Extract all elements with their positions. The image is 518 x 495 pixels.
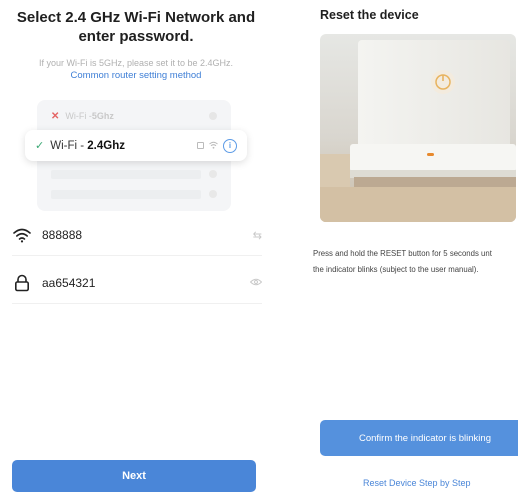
wifi-password-field[interactable]: aa654321 [12,268,263,298]
network-row-selected: ✓ Wi-Fi - 2.4Ghz i [25,130,247,161]
confirm-blinking-button[interactable]: Confirm the indicator is blinking [320,420,518,456]
network-selected-name: Wi-Fi - 2.4Ghz [50,140,125,152]
instruction-line: Press and hold the RESET button for 5 se… [313,249,492,258]
close-icon: ✕ [51,110,60,122]
reset-step-by-step-link[interactable]: Reset Device Step by Step [363,478,471,488]
wifi-name-value[interactable]: 888888 [42,228,82,242]
router-setting-link[interactable]: Common router setting method [6,70,266,82]
band-hint: If your Wi-Fi is 5GHz, please set it to … [38,58,234,68]
network-row-placeholder-icon [209,170,217,178]
network-label-prefix: Wi-Fi - [50,139,88,152]
instruction-line: the indicator blinks (subject to the use… [313,265,479,274]
lock-icon [197,142,204,149]
network-row-placeholder [51,190,201,199]
network-status-icons: i [197,138,237,153]
page-title: Select 2.4 GHz Wi-Fi Network and enter p… [16,9,256,45]
field-divider [12,303,262,304]
page-title: Reset the device [320,8,419,22]
device-photo [320,34,516,222]
next-button[interactable]: Next [12,460,256,492]
reset-device-screen: Reset the device Press and hold the RESE… [308,0,518,495]
swap-icon[interactable]: ⇆ [253,229,262,242]
wifi-icon [209,141,218,151]
field-divider [12,255,262,256]
reset-instructions: Press and hold the RESET button for 5 se… [313,246,518,278]
eye-icon[interactable] [249,277,263,289]
wifi-icon [12,225,32,245]
info-icon[interactable]: i [223,138,237,153]
lock-icon [12,273,32,293]
checkmark-icon: ✓ [35,140,45,152]
network-label-prefix: Wi-Fi - [65,111,92,121]
wifi-password-value[interactable]: aa654321 [42,276,95,290]
network-row-placeholder-icon [209,190,217,198]
wifi-name-field[interactable]: 888888 ⇆ [12,220,262,250]
network-label-band: 5Ghz [91,111,114,121]
wifi-setup-screen: Select 2.4 GHz Wi-Fi Network and enter p… [0,0,272,495]
network-label-band: 2.4Ghz [87,139,125,152]
network-row-5ghz: ✕ Wi-Fi - 5Ghz [51,106,217,126]
network-row-placeholder [51,170,201,179]
network-signal-icon [209,112,217,120]
